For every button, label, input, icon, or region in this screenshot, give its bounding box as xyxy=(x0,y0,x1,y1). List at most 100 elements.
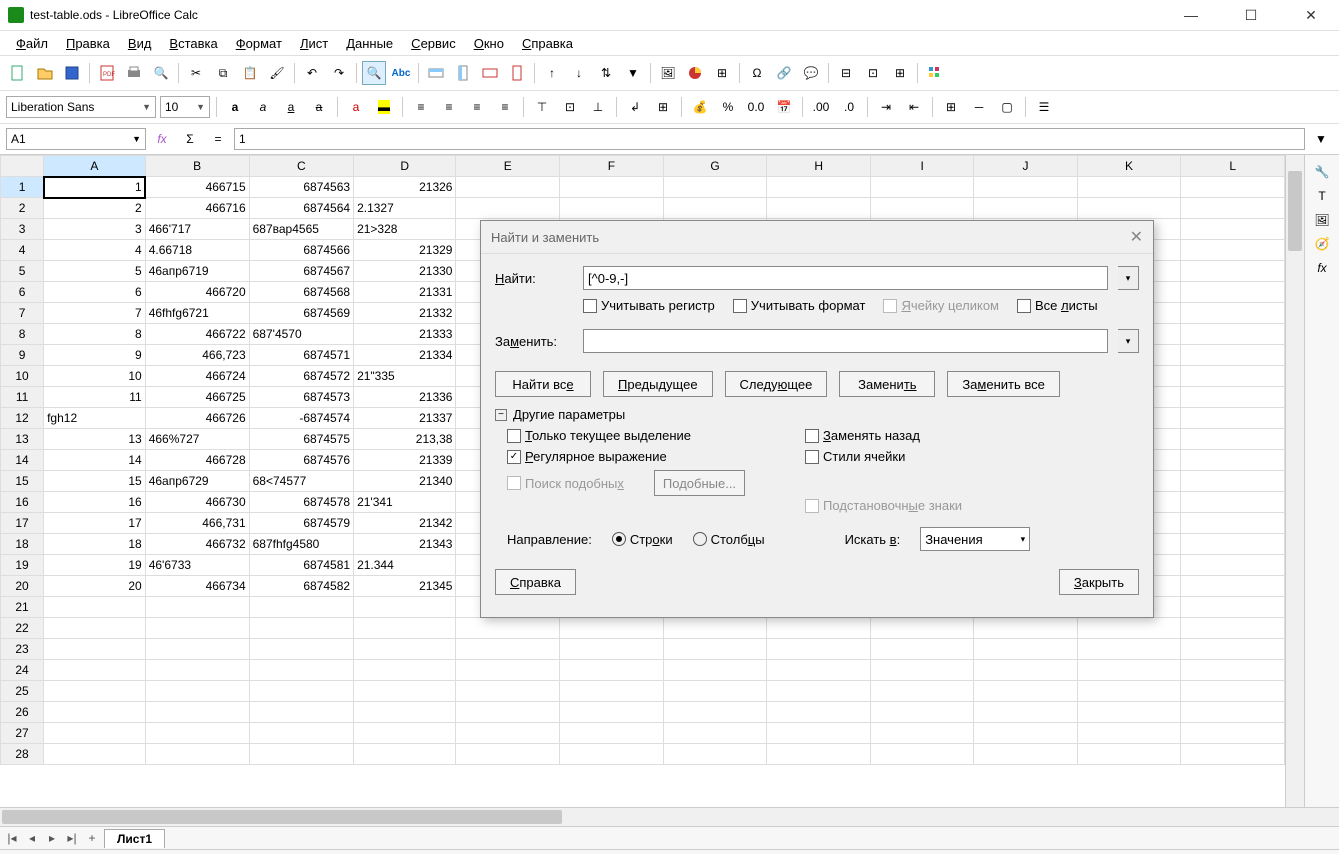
cell-L2[interactable] xyxy=(1181,198,1285,219)
formula-input[interactable]: 1 xyxy=(234,128,1305,150)
cell-K23[interactable] xyxy=(1077,639,1181,660)
cut-icon[interactable]: ✂ xyxy=(184,61,208,85)
cell-B26[interactable] xyxy=(145,702,249,723)
cell-L27[interactable] xyxy=(1181,723,1285,744)
cell-C6[interactable]: 6874568 xyxy=(249,282,353,303)
cell-A21[interactable] xyxy=(44,597,146,618)
row-header-20[interactable]: 20 xyxy=(1,576,44,597)
cell-A4[interactable]: 4 xyxy=(44,240,146,261)
cell-D2[interactable]: 2.1327 xyxy=(354,198,456,219)
cell-L26[interactable] xyxy=(1181,702,1285,723)
cell-K1[interactable] xyxy=(1077,177,1181,198)
cell-H26[interactable] xyxy=(767,702,871,723)
cell-F23[interactable] xyxy=(560,639,664,660)
row-header-5[interactable]: 5 xyxy=(1,261,44,282)
cell-A27[interactable] xyxy=(44,723,146,744)
tab-first-icon[interactable]: |◂ xyxy=(4,831,20,845)
cell-B13[interactable]: 466%727 xyxy=(145,429,249,450)
valign-top-icon[interactable]: ⊤ xyxy=(530,95,554,119)
find-next-button[interactable]: Следующее xyxy=(725,371,828,397)
cell-F1[interactable] xyxy=(560,177,664,198)
cell-D23[interactable] xyxy=(354,639,456,660)
cell-C25[interactable] xyxy=(249,681,353,702)
cell-E23[interactable] xyxy=(456,639,560,660)
menu-данные[interactable]: Данные xyxy=(338,34,401,53)
cell-B3[interactable]: 466'717 xyxy=(145,219,249,240)
cell-B17[interactable]: 466,731 xyxy=(145,513,249,534)
find-history-dropdown[interactable]: ▾ xyxy=(1118,266,1139,290)
cell-B28[interactable] xyxy=(145,744,249,765)
cell-L14[interactable] xyxy=(1181,450,1285,471)
cell-C28[interactable] xyxy=(249,744,353,765)
chart-icon[interactable] xyxy=(683,61,707,85)
merge-icon[interactable]: ⊞ xyxy=(651,95,675,119)
row-header-1[interactable]: 1 xyxy=(1,177,44,198)
cell-L22[interactable] xyxy=(1181,618,1285,639)
cell-C13[interactable]: 6874575 xyxy=(249,429,353,450)
cell-A13[interactable]: 13 xyxy=(44,429,146,450)
cell-I28[interactable] xyxy=(871,744,974,765)
cell-G28[interactable] xyxy=(663,744,767,765)
cell-B4[interactable]: 4.66718 xyxy=(145,240,249,261)
replace-button[interactable]: Заменить xyxy=(839,371,935,397)
backwards-checkbox[interactable]: Заменять назад xyxy=(805,428,962,443)
menu-лист[interactable]: Лист xyxy=(292,34,336,53)
row-header-16[interactable]: 16 xyxy=(1,492,44,513)
regex-checkbox[interactable]: Регулярное выражение xyxy=(507,449,745,464)
redo-icon[interactable]: ↷ xyxy=(327,61,351,85)
col-header-B[interactable]: B xyxy=(145,156,249,177)
underline-icon[interactable]: a xyxy=(279,95,303,119)
cell-L23[interactable] xyxy=(1181,639,1285,660)
cell-C3[interactable]: 687вар4565 xyxy=(249,219,353,240)
cell-D5[interactable]: 21330 xyxy=(354,261,456,282)
cell-K26[interactable] xyxy=(1077,702,1181,723)
cell-L20[interactable] xyxy=(1181,576,1285,597)
copy-icon[interactable]: ⧉ xyxy=(211,61,235,85)
cell-B11[interactable]: 466725 xyxy=(145,387,249,408)
cell-B8[interactable]: 466722 xyxy=(145,324,249,345)
new-doc-icon[interactable] xyxy=(6,61,30,85)
row-header-22[interactable]: 22 xyxy=(1,618,44,639)
align-justify-icon[interactable]: ≡ xyxy=(493,95,517,119)
cell-D7[interactable]: 21332 xyxy=(354,303,456,324)
cell-C12[interactable]: -6874574 xyxy=(249,408,353,429)
cell-A8[interactable]: 8 xyxy=(44,324,146,345)
cell-C15[interactable]: 68<74577 xyxy=(249,471,353,492)
cell-A3[interactable]: 3 xyxy=(44,219,146,240)
col-header-E[interactable]: E xyxy=(456,156,560,177)
cell-C9[interactable]: 6874571 xyxy=(249,345,353,366)
cell-A23[interactable] xyxy=(44,639,146,660)
cell-K24[interactable] xyxy=(1077,660,1181,681)
cell-L15[interactable] xyxy=(1181,471,1285,492)
split-icon[interactable]: ⊞ xyxy=(888,61,912,85)
tab-last-icon[interactable]: ▸| xyxy=(64,831,80,845)
del-row-icon[interactable] xyxy=(478,61,502,85)
cell-H25[interactable] xyxy=(767,681,871,702)
cell-E1[interactable] xyxy=(456,177,560,198)
link-icon[interactable]: 🔗 xyxy=(772,61,796,85)
replace-input[interactable] xyxy=(583,329,1108,353)
cell-L25[interactable] xyxy=(1181,681,1285,702)
cell-B25[interactable] xyxy=(145,681,249,702)
align-center-icon[interactable]: ≡ xyxy=(437,95,461,119)
col-header-J[interactable]: J xyxy=(974,156,1077,177)
cell-D26[interactable] xyxy=(354,702,456,723)
save-icon[interactable] xyxy=(60,61,84,85)
cell-H27[interactable] xyxy=(767,723,871,744)
cell-F26[interactable] xyxy=(560,702,664,723)
border-style-icon[interactable]: ─ xyxy=(967,95,991,119)
cell-B10[interactable]: 466724 xyxy=(145,366,249,387)
row-header-8[interactable]: 8 xyxy=(1,324,44,345)
menu-правка[interactable]: Правка xyxy=(58,34,118,53)
cell-C14[interactable]: 6874576 xyxy=(249,450,353,471)
cell-D25[interactable] xyxy=(354,681,456,702)
cell-F27[interactable] xyxy=(560,723,664,744)
cell-C24[interactable] xyxy=(249,660,353,681)
all-sheets-checkbox[interactable]: Все листы xyxy=(1017,298,1098,313)
cell-B9[interactable]: 466,723 xyxy=(145,345,249,366)
menu-формат[interactable]: Формат xyxy=(228,34,290,53)
cell-C2[interactable]: 6874564 xyxy=(249,198,353,219)
cell-H23[interactable] xyxy=(767,639,871,660)
cell-J28[interactable] xyxy=(974,744,1077,765)
cell-B16[interactable]: 466730 xyxy=(145,492,249,513)
